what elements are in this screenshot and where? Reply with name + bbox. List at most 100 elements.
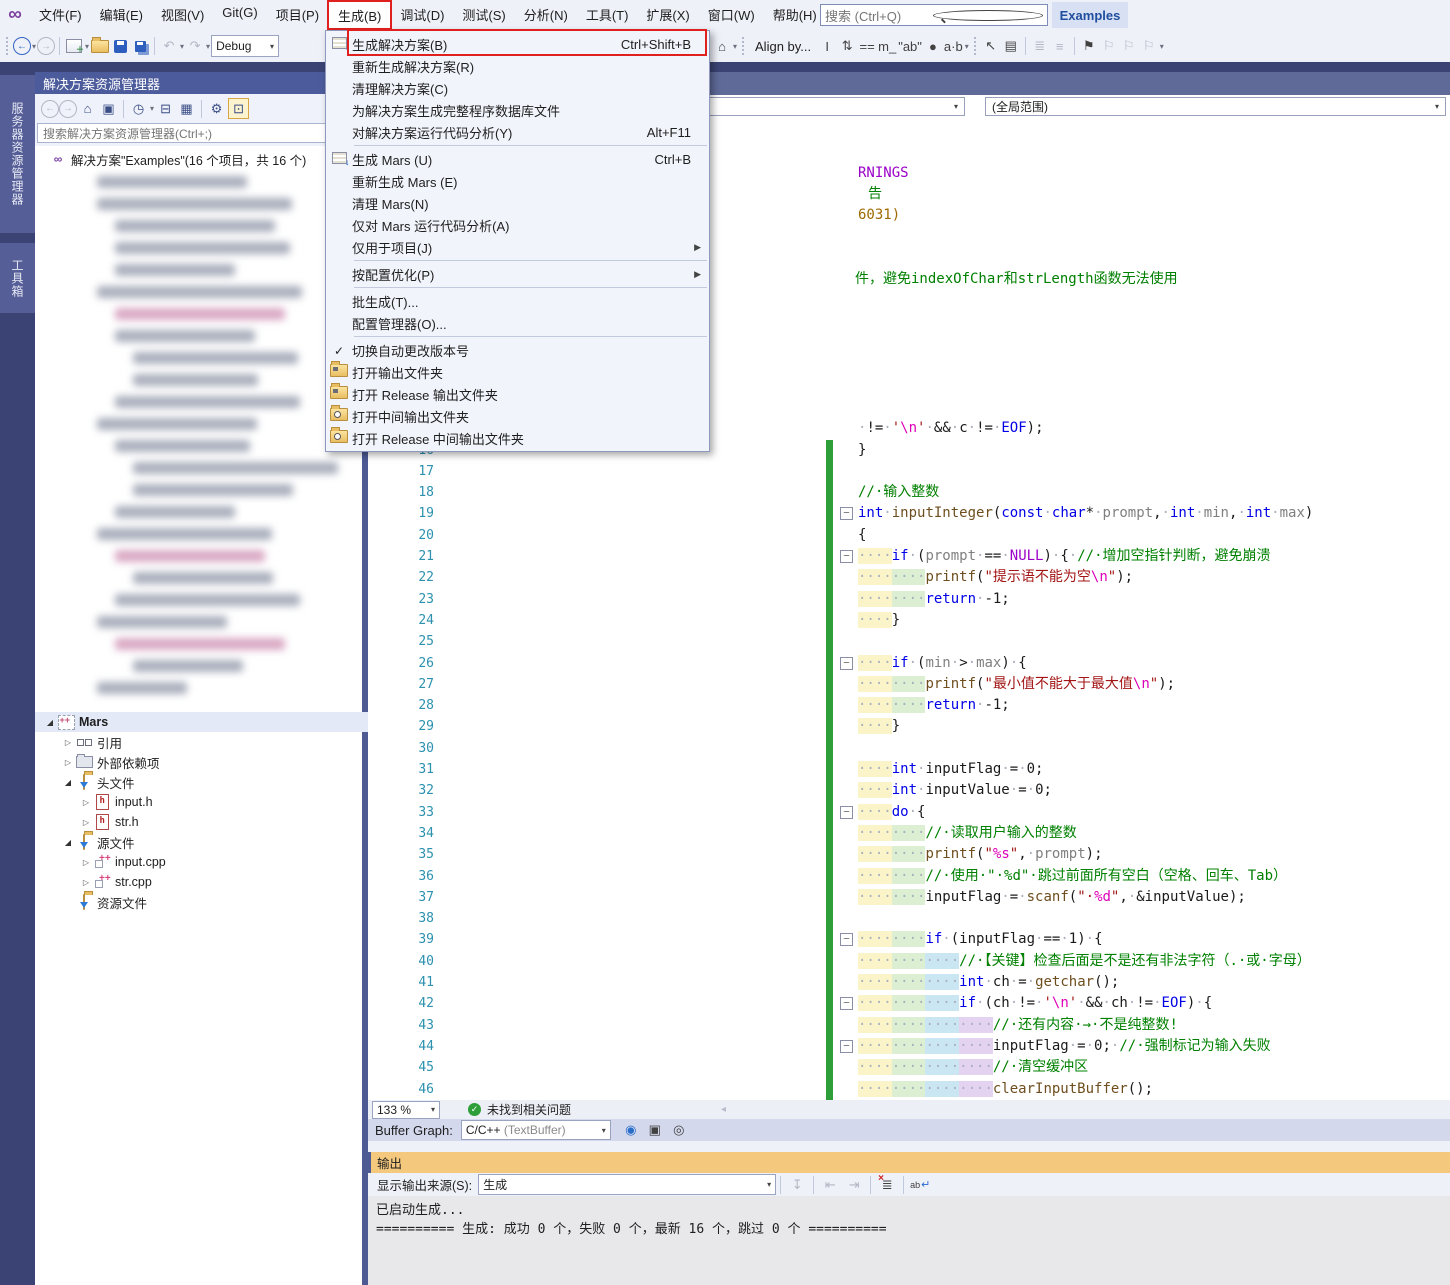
solution-config-combo[interactable]: Debug▾ bbox=[211, 35, 279, 57]
zoom-level-dropdown[interactable]: 133 % ▾ bbox=[372, 1101, 440, 1119]
menubar-item-视图(V)[interactable]: 视图(V) bbox=[152, 1, 213, 29]
tree-item-input.h[interactable]: ▷input.h bbox=[35, 792, 406, 812]
quick-search-box[interactable]: 搜索 (Ctrl+Q) bbox=[820, 4, 1048, 26]
graph-copy-icon[interactable]: ▣ bbox=[645, 1121, 665, 1140]
activity-tab-工具箱[interactable]: 工具箱 bbox=[0, 243, 35, 313]
menu-item-打开 Release 输出文件夹[interactable]: 打开 Release 输出文件夹 bbox=[326, 383, 709, 405]
menu-item-生成 Mars (U)[interactable]: 生成 Mars (U)Ctrl+B bbox=[326, 148, 709, 170]
fold-collapse-icon[interactable]: – bbox=[840, 997, 853, 1010]
menubar-item-编辑(E)[interactable]: 编辑(E) bbox=[91, 1, 152, 29]
menu-item-打开中间输出文件夹[interactable]: 打开中间输出文件夹 bbox=[326, 405, 709, 427]
next-message-icon[interactable]: ⇥ bbox=[844, 1175, 864, 1194]
quoted-ab-icon[interactable]: "ab" bbox=[898, 36, 922, 56]
copy-structure-icon[interactable]: ▤ bbox=[1002, 36, 1020, 56]
tree-item-外部依赖项[interactable]: ▷外部依赖项 bbox=[35, 752, 388, 772]
open-folder-icon[interactable] bbox=[91, 36, 109, 56]
window-tab-examples[interactable]: Examples bbox=[1052, 2, 1128, 28]
hscroll-left-arrow-icon[interactable]: ◂ bbox=[721, 1104, 726, 1115]
previous-message-icon[interactable]: ⇤ bbox=[820, 1175, 840, 1194]
scope-dropdown[interactable]: (全局范围) ▾ bbox=[985, 97, 1446, 116]
bookmark-icon[interactable]: ⚑ bbox=[1080, 36, 1098, 56]
tree-item-str.cpp[interactable]: ▷str.cpp bbox=[35, 872, 406, 892]
nav-forward-icon[interactable]: → bbox=[37, 37, 55, 55]
collapse-all-icon[interactable]: ⊟ bbox=[156, 99, 175, 118]
chevron-down-icon[interactable]: ▾ bbox=[733, 42, 737, 51]
forward-icon[interactable]: → bbox=[59, 100, 77, 118]
home-icon[interactable]: ⌂ bbox=[78, 99, 97, 118]
menubar-item-调试(D)[interactable]: 调试(D) bbox=[391, 1, 453, 29]
a-dot-b-icon[interactable]: a·b bbox=[944, 36, 963, 56]
expander-closed-icon[interactable]: ▷ bbox=[61, 758, 75, 767]
chevron-down-icon[interactable]: ▾ bbox=[32, 42, 36, 51]
tree-item-str.h[interactable]: ▷str.h bbox=[35, 812, 406, 832]
menu-item-清理 Mars(N)[interactable]: 清理 Mars(N) bbox=[326, 192, 709, 214]
menu-item-重新生成解决方案(R)[interactable]: 重新生成解决方案(R) bbox=[326, 55, 709, 77]
pending-changes-filter-icon[interactable]: ◷ bbox=[129, 99, 148, 118]
menubar-item-Git(G)[interactable]: Git(G) bbox=[213, 1, 266, 29]
document-health-icon[interactable]: ✓ bbox=[468, 1103, 481, 1116]
align-by-label[interactable]: Align by... bbox=[755, 39, 811, 54]
menubar-item-生成(B)[interactable]: 生成(B) bbox=[328, 1, 391, 29]
expander-open-icon[interactable]: ◢ bbox=[61, 838, 75, 847]
undo-icon[interactable]: ↶ bbox=[160, 36, 178, 56]
graph-settings-icon[interactable]: ◎ bbox=[669, 1121, 689, 1140]
tree-item-源文件[interactable]: ◢源文件 bbox=[35, 832, 388, 852]
expander-closed-icon[interactable]: ▷ bbox=[79, 878, 93, 887]
redo-icon[interactable]: ↷ bbox=[186, 36, 204, 56]
chevron-down-icon[interactable]: ▾ bbox=[85, 42, 89, 51]
menu-item-配置管理器(O)...[interactable]: 配置管理器(O)... bbox=[326, 312, 709, 334]
filled-circle-icon[interactable]: ● bbox=[924, 36, 942, 56]
fold-collapse-icon[interactable]: – bbox=[840, 507, 853, 520]
menu-item-为解决方案生成完整程序数据库文件[interactable]: 为解决方案生成完整程序数据库文件 bbox=[326, 99, 709, 121]
bookmark-next-icon[interactable]: ⚐ bbox=[1120, 36, 1138, 56]
word-wrap-icon[interactable]: ab bbox=[910, 1175, 930, 1194]
fold-collapse-icon[interactable]: – bbox=[840, 933, 853, 946]
menubar-item-窗口(W)[interactable]: 窗口(W) bbox=[699, 1, 764, 29]
tree-item-头文件[interactable]: ◢头文件 bbox=[35, 772, 388, 792]
output-panel-header[interactable]: 输出 bbox=[368, 1152, 1450, 1173]
save-icon[interactable] bbox=[111, 36, 129, 56]
chevron-down-icon[interactable]: ▾ bbox=[1160, 42, 1164, 51]
expander-closed-icon[interactable]: ▷ bbox=[79, 858, 93, 867]
nav-back-icon[interactable]: ← bbox=[13, 37, 31, 55]
menu-item-对解决方案运行代码分析(Y)[interactable]: 对解决方案运行代码分析(Y)Alt+F11 bbox=[326, 121, 709, 143]
toolbar-drag-handle[interactable] bbox=[973, 36, 978, 56]
buffer-graph-dropdown[interactable]: C/C++ (TextBuffer) ▾ bbox=[461, 1120, 611, 1140]
menu-item-批生成(T)...[interactable]: 批生成(T)... bbox=[326, 290, 709, 312]
fold-collapse-icon[interactable]: – bbox=[840, 1040, 853, 1053]
expander-open-icon[interactable]: ◢ bbox=[61, 778, 75, 787]
format-document-icon[interactable]: ≣ bbox=[1031, 36, 1049, 56]
expander-closed-icon[interactable]: ▷ bbox=[79, 798, 93, 807]
bookmark-prev-icon[interactable]: ⚐ bbox=[1100, 36, 1118, 56]
align-equals-icon[interactable]: == bbox=[858, 36, 876, 56]
save-all-icon[interactable] bbox=[131, 36, 149, 56]
menu-item-切换自动更改版本号[interactable]: ✓切换自动更改版本号 bbox=[326, 339, 709, 361]
fold-collapse-icon[interactable]: – bbox=[840, 806, 853, 819]
preview-selected-icon[interactable]: ⊡ bbox=[228, 98, 249, 119]
graph-validate-icon[interactable]: ◉ bbox=[621, 1121, 641, 1140]
menubar-item-工具(T)[interactable]: 工具(T) bbox=[577, 1, 638, 29]
chevron-down-icon[interactable]: ▾ bbox=[150, 104, 154, 113]
tree-item-资源文件[interactable]: 资源文件 bbox=[35, 892, 388, 912]
menu-item-仅对 Mars 运行代码分析(A)[interactable]: 仅对 Mars 运行代码分析(A) bbox=[326, 214, 709, 236]
tree-item-引用[interactable]: ▷引用 bbox=[35, 732, 388, 752]
menubar-item-帮助(H)[interactable]: 帮助(H) bbox=[764, 1, 826, 29]
menubar-item-扩展(X)[interactable]: 扩展(X) bbox=[637, 1, 698, 29]
new-project-icon[interactable] bbox=[65, 36, 83, 56]
properties-wrench-icon[interactable]: ⚙ bbox=[207, 99, 226, 118]
output-text[interactable]: 已启动生成...========== 生成: 成功 0 个，失败 0 个，最新 … bbox=[368, 1196, 1450, 1285]
expander-open-icon[interactable]: ◢ bbox=[43, 718, 57, 727]
menu-item-清理解决方案(C)[interactable]: 清理解决方案(C) bbox=[326, 77, 709, 99]
switch-views-icon[interactable]: ▣ bbox=[99, 99, 118, 118]
menu-item-重新生成 Mars (E)[interactable]: 重新生成 Mars (E) bbox=[326, 170, 709, 192]
menu-item-打开 Release 中间输出文件夹[interactable]: 打开 Release 中间输出文件夹 bbox=[326, 427, 709, 449]
chevron-down-icon[interactable]: ▾ bbox=[965, 42, 969, 51]
fold-collapse-icon[interactable]: – bbox=[840, 657, 853, 670]
back-icon[interactable]: ← bbox=[41, 100, 59, 118]
menubar-item-测试(S)[interactable]: 测试(S) bbox=[453, 1, 514, 29]
chevron-down-icon[interactable]: ▾ bbox=[180, 42, 184, 51]
solution-explorer-search-input[interactable]: 搜索解决方案资源管理器(Ctrl+;) bbox=[37, 123, 359, 143]
screen-home-icon[interactable]: ⌂ bbox=[713, 36, 731, 56]
tree-item-input.cpp[interactable]: ▷input.cpp bbox=[35, 852, 406, 872]
fold-collapse-icon[interactable]: – bbox=[840, 550, 853, 563]
